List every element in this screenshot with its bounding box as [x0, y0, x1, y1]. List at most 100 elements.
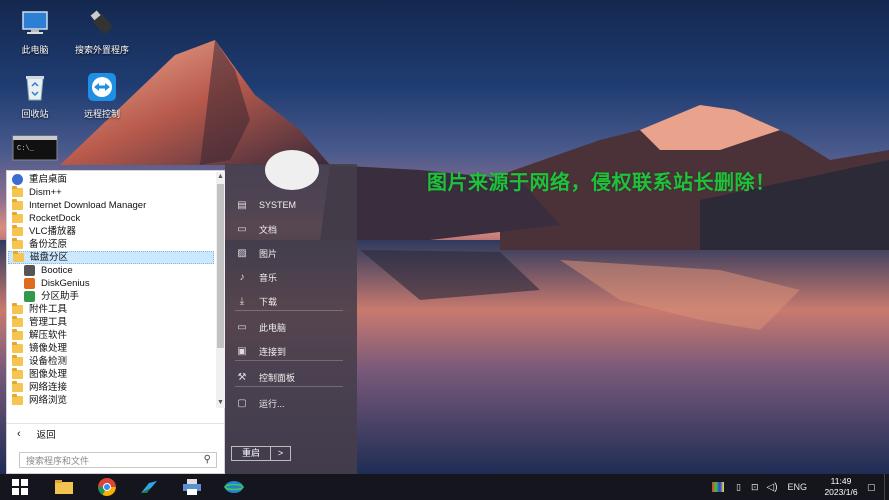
power-options-button[interactable]: >: [271, 446, 291, 461]
start-link-label: 控制面板: [259, 372, 296, 383]
program-folder[interactable]: RocketDock: [8, 212, 214, 225]
desktop-icon-remote-control[interactable]: 远程控制: [70, 70, 134, 120]
network-tray-icon[interactable]: ⊡: [751, 482, 759, 493]
program-item[interactable]: 分区助手: [8, 290, 214, 303]
documents-icon: ▭: [237, 223, 247, 235]
menu-divider: [235, 310, 343, 311]
this-pc-icon: [18, 6, 52, 40]
program-label: 网络浏览: [29, 395, 68, 406]
program-folder[interactable]: Dism++: [8, 186, 214, 199]
explorer-folder-icon: [55, 480, 73, 494]
program-list-scrollbar[interactable]: ▲ ▼: [216, 172, 225, 408]
app-icon: [24, 291, 35, 302]
pictures-icon: ▨: [237, 247, 247, 259]
start-button[interactable]: [2, 474, 38, 500]
program-folder[interactable]: Internet Download Manager: [8, 199, 214, 212]
search-input[interactable]: 搜索程序和文件 ⚲: [19, 452, 217, 468]
program-label: 附件工具: [29, 304, 68, 315]
program-label: 磁盘分区: [30, 252, 69, 263]
program-item[interactable]: Bootice: [8, 264, 214, 277]
program-label: Dism++: [29, 187, 62, 198]
cmd-icon: C:\_: [12, 134, 58, 168]
scroll-up-arrow-icon[interactable]: ▲: [216, 172, 225, 182]
program-folder[interactable]: 解压软件: [8, 329, 214, 342]
scroll-thumb[interactable]: [217, 184, 224, 348]
desktop-icon-recycle-bin[interactable]: 回收站: [3, 70, 67, 120]
folder-icon: [12, 303, 23, 314]
program-folder[interactable]: VLC播放器: [8, 225, 214, 238]
notification-icon[interactable]: ▢: [867, 474, 879, 500]
show-desktop-button[interactable]: [884, 474, 889, 500]
start-link-documents[interactable]: ▭ 文档: [235, 220, 351, 238]
start-link-label: 运行...: [259, 398, 285, 409]
program-folder[interactable]: 网络连接: [8, 381, 214, 394]
chevron-left-icon: ‹: [17, 427, 21, 440]
start-link-computer[interactable]: ▭ 此电脑: [235, 318, 351, 336]
start-link-user-folder[interactable]: ▤ SYSTEM: [235, 196, 351, 214]
svg-text:C:\_: C:\_: [17, 145, 35, 153]
desktop-icon-label: 搜索外置程序: [74, 45, 129, 55]
volume-icon[interactable]: ◁): [767, 482, 778, 493]
start-link-label: SYSTEM: [259, 200, 297, 210]
program-folder[interactable]: 图像处理: [8, 368, 214, 381]
back-label: 返回: [36, 429, 56, 441]
folder-icon: [13, 251, 24, 262]
clock[interactable]: 11:49 2023/1/6: [821, 476, 861, 498]
program-label: Bootice: [41, 265, 73, 276]
start-link-connect[interactable]: ▣ 连接到: [235, 342, 351, 360]
program-folder[interactable]: 设备检测: [8, 355, 214, 368]
clock-time: 11:49: [830, 476, 852, 486]
program-folder[interactable]: 磁盘分区: [8, 251, 214, 264]
user-avatar[interactable]: [265, 150, 319, 190]
folder-icon: [12, 394, 23, 405]
folder-icon: [12, 238, 23, 249]
search-icon[interactable]: ⚲: [204, 454, 211, 465]
taskbar-app-bird[interactable]: [131, 474, 167, 500]
music-icon: ♪: [239, 271, 245, 283]
start-link-run[interactable]: ▢ 运行...: [235, 394, 351, 412]
usb-drive-icon: [85, 6, 119, 40]
folder-icon: [12, 199, 23, 210]
desktop-icon-this-pc[interactable]: 此电脑: [3, 6, 67, 56]
taskbar-network-app[interactable]: [216, 474, 252, 500]
scroll-down-arrow-icon[interactable]: ▼: [216, 398, 225, 408]
program-label: DiskGenius: [41, 278, 90, 289]
program-folder[interactable]: 备份还原: [8, 238, 214, 251]
color-app-tray-icon[interactable]: [712, 482, 724, 492]
folder-icon: [12, 355, 23, 366]
folder-icon: [12, 225, 23, 236]
program-label: 设备检测: [29, 356, 68, 367]
program-label: 图像处理: [29, 369, 68, 380]
program-label: RocketDock: [29, 213, 81, 224]
back-button[interactable]: ‹ 返回: [7, 423, 224, 443]
app-icon: [24, 265, 35, 276]
language-indicator[interactable]: ENG: [788, 482, 808, 492]
program-item[interactable]: 重启桌面: [8, 173, 214, 186]
desktop-icon-label: 此电脑: [21, 45, 49, 55]
usb-tray-icon[interactable]: ▯: [736, 482, 741, 493]
start-link-wrench[interactable]: ⚒ 控制面板: [235, 368, 351, 386]
printer-icon: [183, 479, 201, 495]
program-folder[interactable]: 网络浏览: [8, 394, 214, 407]
restart-button[interactable]: 重启: [231, 446, 271, 461]
program-folder[interactable]: 附件工具: [8, 303, 214, 316]
program-label: 管理工具: [29, 317, 68, 328]
taskbar-chrome[interactable]: [89, 474, 125, 500]
program-item[interactable]: DiskGenius: [8, 277, 214, 290]
start-link-pictures[interactable]: ▨ 图片: [235, 244, 351, 262]
downloads-icon: ⤓: [239, 295, 245, 307]
program-folder[interactable]: 管理工具: [8, 316, 214, 329]
clock-date: 2023/1/6: [824, 487, 858, 497]
start-link-music[interactable]: ♪ 音乐: [235, 268, 351, 286]
start-link-label: 图片: [259, 248, 278, 259]
desktop-icon-external-programs[interactable]: 搜索外置程序: [70, 6, 134, 56]
taskbar-printer[interactable]: [174, 474, 210, 500]
search-placeholder: 搜索程序和文件: [26, 455, 90, 466]
program-label: 镜像处理: [29, 343, 68, 354]
user-folder-icon: ▤: [237, 199, 247, 211]
desktop-icon-label: 远程控制: [83, 109, 120, 119]
start-link-downloads[interactable]: ⤓ 下载: [235, 292, 351, 310]
program-folder[interactable]: 镜像处理: [8, 342, 214, 355]
taskbar-file-explorer[interactable]: [46, 474, 82, 500]
run-icon: ▢: [237, 397, 247, 409]
